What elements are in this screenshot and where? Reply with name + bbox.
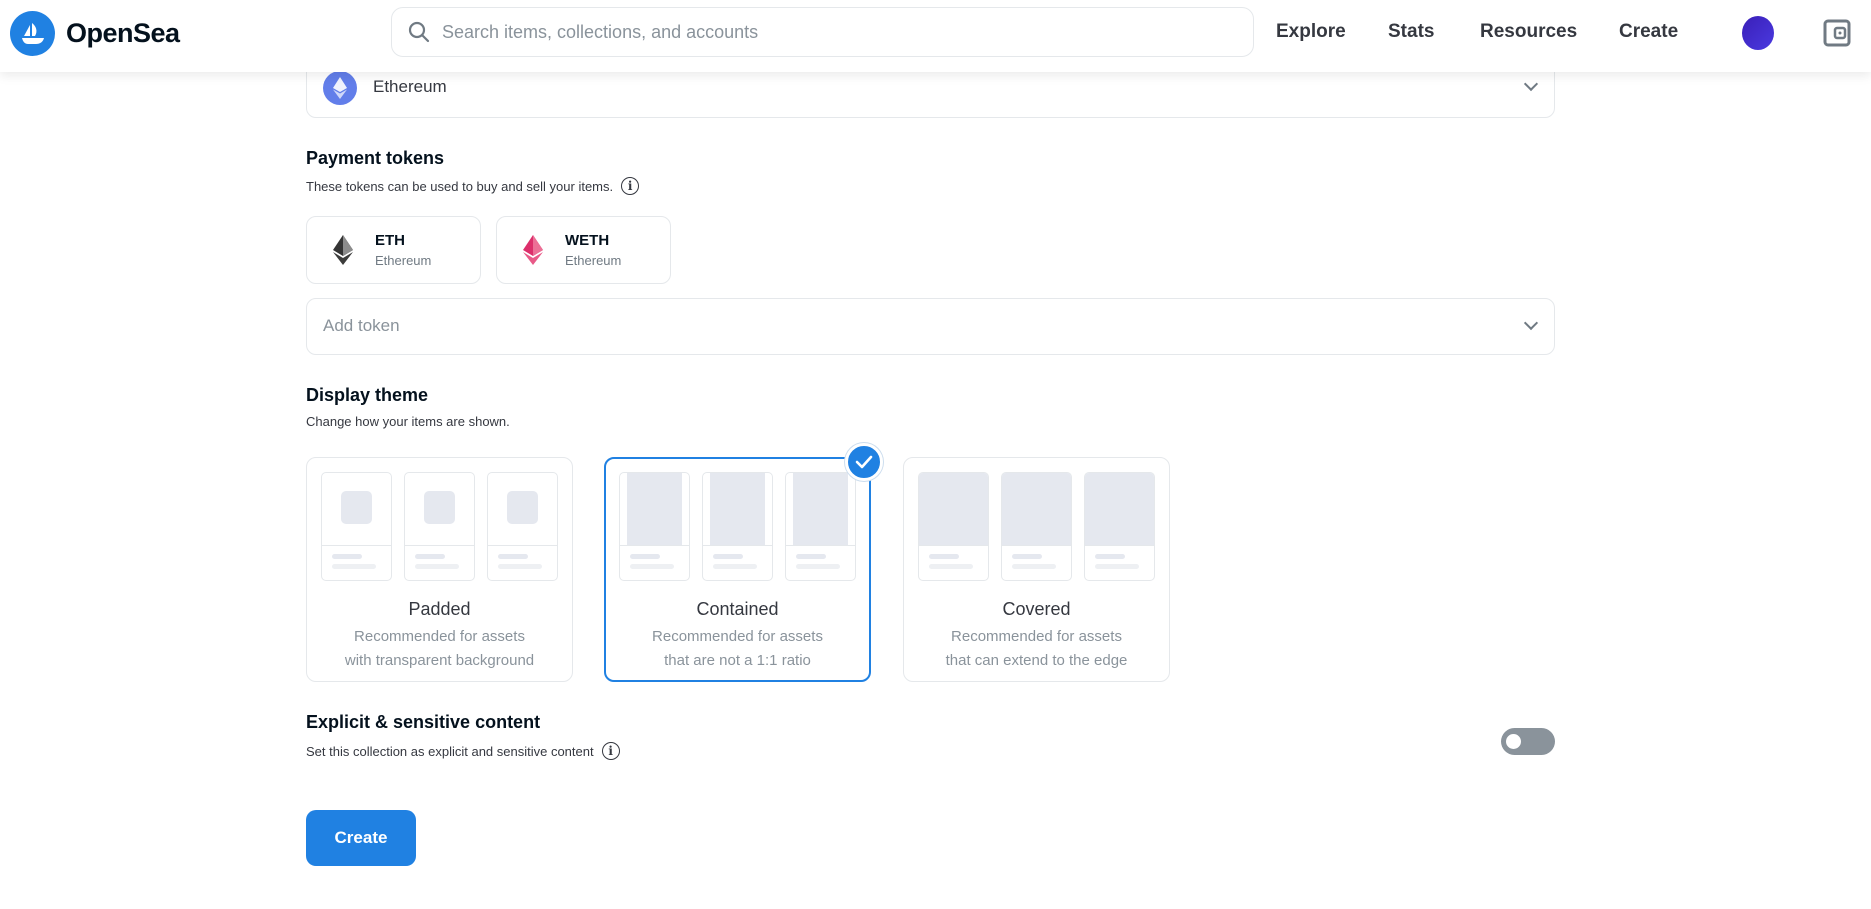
token-symbol: ETH [375, 232, 405, 249]
info-icon[interactable]: i [601, 742, 620, 760]
nav-create[interactable]: Create [1619, 21, 1678, 43]
nav-explore[interactable]: Explore [1276, 21, 1346, 43]
top-nav: OpenSea Search items, collections, and a… [0, 0, 1871, 72]
blockchain-value: Ethereum [373, 77, 447, 96]
profile-avatar[interactable] [1742, 16, 1774, 50]
weth-icon [523, 235, 543, 265]
nav-stats[interactable]: Stats [1388, 21, 1434, 43]
explicit-content-toggle[interactable] [1501, 728, 1555, 755]
theme-description: Recommended for assets that are not a 1:1… [652, 628, 823, 669]
token-network: Ethereum [565, 253, 622, 268]
search-input[interactable]: Search items, collections, and accounts [391, 7, 1254, 57]
payment-tokens-description: These tokens can be used to buy and sell… [306, 178, 614, 194]
brand-name[interactable]: OpenSea [66, 18, 180, 49]
chevron-down-icon [1523, 315, 1539, 331]
wallet-icon[interactable] [1822, 18, 1852, 53]
theme-option-padded[interactable]: Padded Recommended for assets with transp… [306, 457, 573, 682]
theme-name: Covered [1002, 599, 1071, 619]
create-button[interactable]: Create [306, 810, 416, 866]
theme-name: Padded [408, 599, 471, 619]
theme-name: Contained [696, 599, 779, 619]
payment-tokens-title: Payment tokens [306, 148, 445, 168]
token-card-eth: ETH Ethereum [306, 216, 481, 284]
add-token-placeholder: Add token [323, 316, 400, 335]
token-card-weth: WETH Ethereum [496, 216, 671, 284]
explicit-content-description: Set this collection as explicit and sens… [306, 743, 594, 759]
display-theme-subtitle: Change how your items are shown. [306, 414, 510, 429]
token-network: Ethereum [375, 253, 432, 268]
explicit-content-title: Explicit & sensitive content [306, 712, 541, 732]
display-theme-description: Change how your items are shown. [306, 414, 510, 429]
theme-description: Recommended for assets that can extend to… [945, 628, 1128, 669]
ethereum-icon [323, 71, 357, 105]
info-icon[interactable]: i [621, 177, 640, 195]
nav-resources[interactable]: Resources [1480, 21, 1577, 43]
add-token-select[interactable]: Add token [306, 298, 1555, 355]
chevron-down-icon [1523, 76, 1539, 92]
theme-option-contained[interactable]: Contained Recommended for assets that are… [604, 457, 871, 682]
explicit-content-subtitle: Set this collection as explicit and sens… [306, 742, 620, 760]
theme-description: Recommended for assets with transparent b… [344, 628, 535, 669]
selected-check-icon [845, 443, 883, 481]
token-symbol: WETH [565, 232, 610, 249]
search-placeholder: Search items, collections, and accounts [442, 21, 759, 42]
payment-tokens-subtitle: These tokens can be used to buy and sell… [306, 177, 640, 195]
theme-option-covered[interactable]: Covered Recommended for assets that can e… [903, 457, 1170, 682]
eth-icon [333, 235, 353, 265]
search-icon [408, 21, 430, 43]
opensea-logo-icon[interactable] [10, 11, 55, 56]
display-theme-title: Display theme [306, 385, 429, 405]
